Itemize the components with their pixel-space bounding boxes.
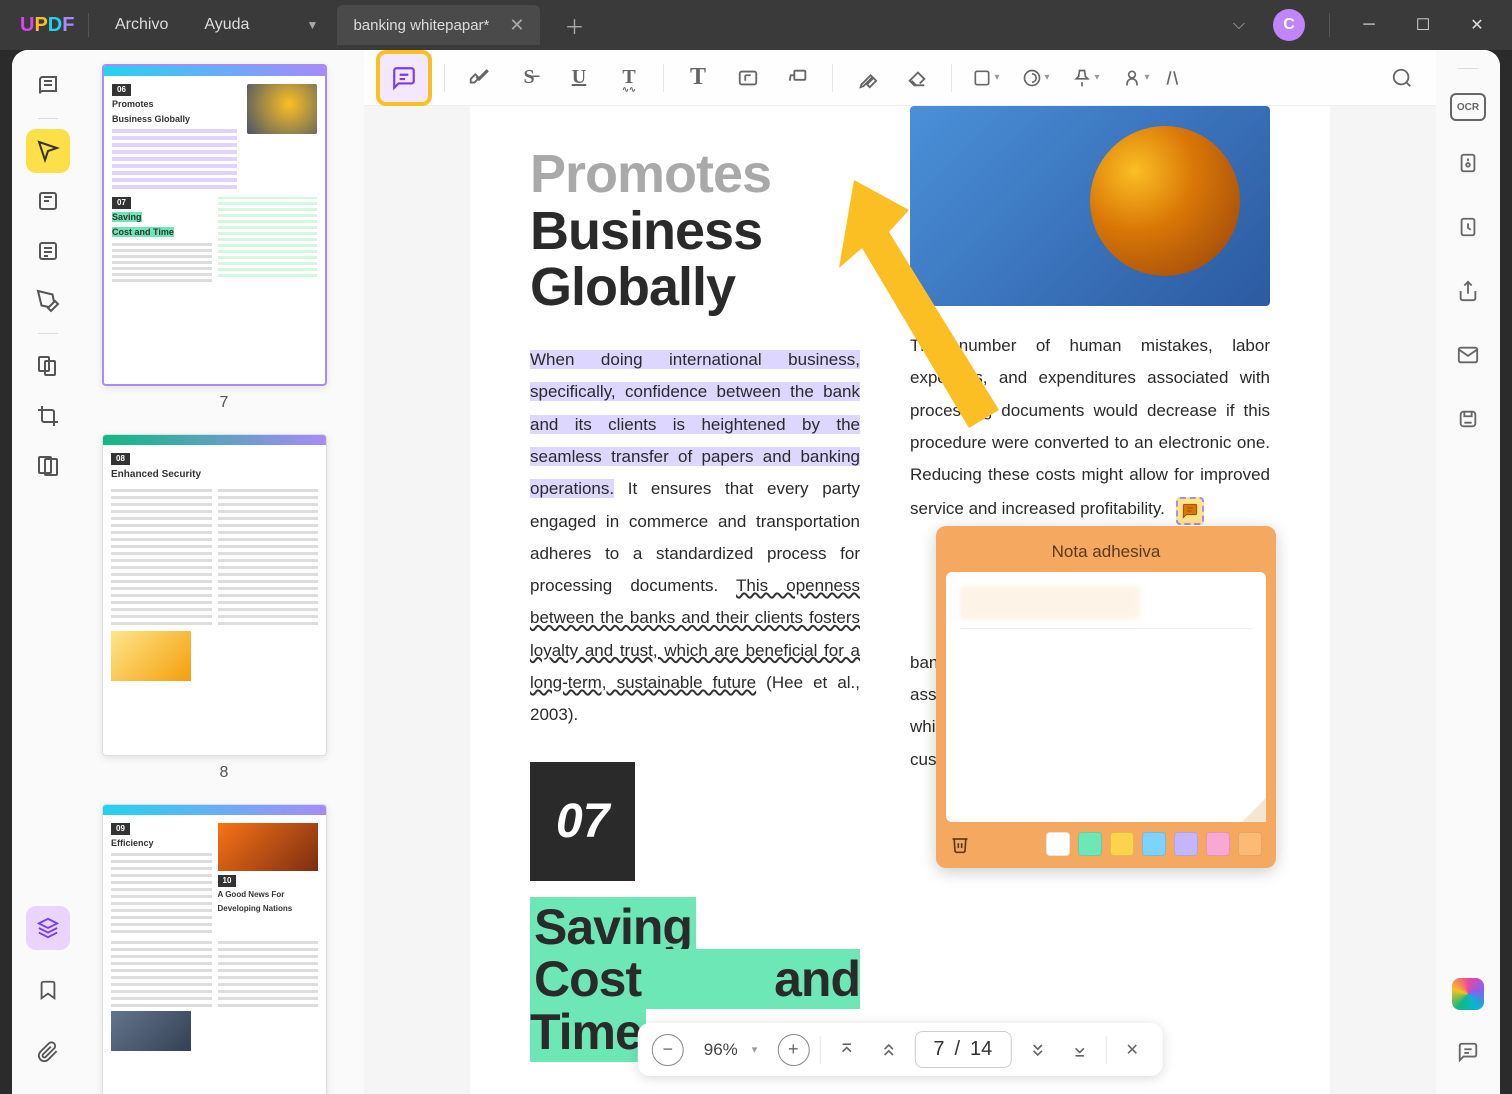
zoom-in-button[interactable]: + [777, 1034, 809, 1066]
zoom-percentage[interactable]: 96% [694, 1040, 768, 1060]
tab-title: banking whitepapar* [353, 17, 489, 34]
document-tab[interactable]: banking whitepapar* ✕ [337, 5, 540, 45]
pin-tool[interactable] [1064, 56, 1108, 100]
document-area: S̶ U T∿∿ T [364, 50, 1436, 1094]
form-tool-icon[interactable] [26, 229, 70, 273]
sticky-note-popup[interactable]: Nota adhesiva [936, 526, 1276, 868]
note-color-blue[interactable] [1142, 832, 1166, 856]
section-badge: 06 [112, 84, 131, 96]
convert-icon[interactable] [1446, 205, 1490, 249]
ocr-icon[interactable]: OCR [1450, 93, 1486, 121]
note-color-pink[interactable] [1206, 832, 1230, 856]
ai-assistant-icon[interactable] [1452, 978, 1484, 1010]
close-bar-button[interactable]: ✕ [1116, 1034, 1148, 1066]
note-color-purple[interactable] [1174, 832, 1198, 856]
section-badge: 09 [111, 823, 130, 835]
close-window-button[interactable]: ✕ [1454, 5, 1500, 45]
note-color-orange[interactable] [1238, 832, 1262, 856]
textbox-tool[interactable] [726, 56, 770, 100]
signature-tool[interactable] [1114, 56, 1158, 100]
sticky-note-textarea[interactable] [946, 572, 1266, 822]
maximize-button[interactable]: ☐ [1400, 5, 1446, 45]
add-tab-button[interactable]: ＋ [556, 11, 592, 40]
sticky-note-title: Nota adhesiva [946, 536, 1266, 572]
chevron-down-icon[interactable]: ⌵ [1221, 16, 1257, 34]
eraser-tool[interactable] [895, 56, 939, 100]
section-badge: 10 [218, 875, 237, 887]
body-text: When doing international business, speci… [530, 344, 860, 732]
callout-tool[interactable] [776, 56, 820, 100]
squiggly-tool[interactable]: T∿∿ [607, 56, 651, 100]
annotation-toolbar: S̶ U T∿∿ T [364, 50, 1436, 106]
right-toolbar: OCR [1436, 50, 1500, 1094]
sticky-note-marker[interactable] [1176, 497, 1204, 525]
document-image [910, 106, 1270, 306]
note-color-green[interactable] [1078, 832, 1102, 856]
layers-icon[interactable] [26, 906, 70, 950]
thumbnail-page-number: 7 [102, 394, 346, 412]
last-page-button[interactable] [1063, 1034, 1095, 1066]
bookmark-icon[interactable] [26, 968, 70, 1012]
body-text: The quantity of paperwork needed daily t… [530, 1086, 860, 1094]
compress-icon[interactable] [1446, 141, 1490, 185]
prev-page-button[interactable] [872, 1034, 904, 1066]
zoom-out-button[interactable]: − [652, 1034, 684, 1066]
fill-sign-icon[interactable] [26, 279, 70, 323]
save-icon[interactable] [1446, 397, 1490, 441]
app-logo: UPDF [0, 14, 80, 37]
close-tab-icon[interactable]: ✕ [509, 15, 524, 36]
edit-text-icon[interactable] [26, 179, 70, 223]
menu-help[interactable]: Ayuda [186, 16, 267, 34]
more-tool[interactable] [1164, 56, 1184, 100]
menu-file[interactable]: Archivo [97, 16, 186, 34]
minimize-button[interactable]: ─ [1346, 5, 1392, 45]
thumbnail-panel: 06 Promotes Business Globally 07 Saving … [84, 50, 364, 1094]
section-badge: 08 [111, 453, 130, 465]
first-page-button[interactable] [830, 1034, 862, 1066]
body-text: The number of human mistakes, labor expe… [910, 330, 1270, 526]
attachment-icon[interactable] [26, 1030, 70, 1074]
search-icon[interactable] [1380, 56, 1424, 100]
organize-pages-icon[interactable] [26, 344, 70, 388]
left-toolbar [12, 50, 84, 1094]
strikethrough-tool[interactable]: S̶ [507, 56, 551, 100]
thumbnail-page-number: 8 [102, 764, 346, 782]
titlebar: UPDF Archivo Ayuda ▼ banking whitepapar*… [0, 0, 1512, 50]
section-heading: Promotes Business Globally [530, 146, 860, 316]
pencil-tool[interactable] [845, 56, 889, 100]
comment-tool-icon[interactable] [26, 129, 70, 173]
next-page-button[interactable] [1021, 1034, 1053, 1066]
zoom-navigation-bar: − 96% + 7 / 14 [638, 1023, 1163, 1076]
redact-tool-icon[interactable] [26, 444, 70, 488]
user-avatar[interactable]: C [1273, 9, 1305, 41]
page-indicator[interactable]: 7 / 14 [914, 1031, 1011, 1068]
document-viewport[interactable]: Promotes Business Globally When doing in… [364, 106, 1436, 1094]
highlight-tool[interactable] [457, 56, 501, 100]
share-icon[interactable] [1446, 269, 1490, 313]
page-thumbnail[interactable]: 08 Enhanced Security [102, 434, 327, 756]
underline-tool[interactable]: U [557, 56, 601, 100]
tab-dropdown[interactable]: ▼ [287, 8, 337, 42]
section-number: 07 [530, 762, 635, 881]
delete-note-icon[interactable] [950, 834, 970, 854]
chat-icon[interactable] [1446, 1030, 1490, 1074]
crop-tool-icon[interactable] [26, 394, 70, 438]
page-thumbnail[interactable]: 09 Efficiency 10 A Good News For Develop… [102, 804, 327, 1094]
reader-mode-icon[interactable] [26, 64, 70, 108]
page-thumbnail[interactable]: 06 Promotes Business Globally 07 Saving … [102, 64, 327, 386]
email-icon[interactable] [1446, 333, 1490, 377]
stamp-tool[interactable] [1014, 56, 1058, 100]
note-color-yellow[interactable] [1110, 832, 1134, 856]
section-badge: 07 [112, 197, 131, 209]
shape-tool[interactable] [964, 56, 1008, 100]
sticky-note-tool[interactable] [376, 50, 432, 106]
text-tool[interactable]: T [676, 56, 720, 100]
note-color-white[interactable] [1046, 832, 1070, 856]
